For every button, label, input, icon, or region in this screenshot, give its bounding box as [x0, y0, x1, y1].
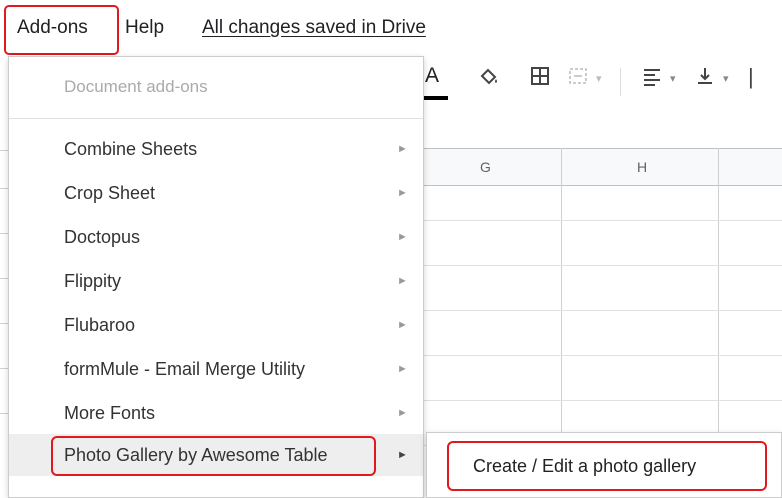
vertical-align-icon[interactable]	[695, 66, 715, 92]
row-line	[400, 310, 782, 311]
row-line	[0, 368, 8, 369]
submenu-arrow-icon: ►	[397, 363, 408, 375]
save-status-link[interactable]: All changes saved in Drive	[202, 17, 426, 39]
menu-item-more-fonts[interactable]: More Fonts ►	[9, 392, 423, 434]
align-dropdown-icon[interactable]: ▾	[670, 72, 676, 85]
row-line	[400, 220, 782, 221]
create-edit-gallery-item[interactable]: Create / Edit a photo gallery	[447, 441, 767, 491]
submenu-item-label: Create / Edit a photo gallery	[473, 456, 697, 476]
menu-item-crop-sheet[interactable]: Crop Sheet ►	[9, 172, 423, 214]
row-line	[0, 323, 8, 324]
menu-separator	[9, 118, 423, 119]
menubar: Add-ons Help All changes saved in Drive	[0, 0, 782, 56]
borders-icon[interactable]	[530, 66, 550, 92]
column-header-h[interactable]: H	[637, 159, 647, 175]
row-line	[0, 188, 8, 189]
row-line	[400, 400, 782, 401]
menu-item-label: Flubaroo	[64, 315, 136, 335]
text-color-button[interactable]: A	[425, 64, 439, 88]
menu-item-combine-sheets[interactable]: Combine Sheets ►	[9, 128, 423, 170]
column-header-g[interactable]: G	[480, 159, 491, 175]
help-menu[interactable]: Help	[125, 17, 164, 39]
paint-bucket-icon[interactable]	[478, 66, 500, 94]
menu-item-label: formMule - Email Merge Utility	[64, 359, 306, 379]
menu-item-label: Flippity	[64, 271, 122, 291]
photo-gallery-submenu: Create / Edit a photo gallery	[426, 432, 782, 498]
submenu-arrow-icon: ►	[397, 275, 408, 287]
submenu-arrow-icon: ►	[397, 187, 408, 199]
toolbar-divider	[620, 68, 621, 96]
menu-item-label: Crop Sheet	[64, 183, 156, 203]
menu-item-label: Combine Sheets	[64, 139, 198, 159]
submenu-arrow-icon: ►	[397, 231, 408, 243]
horizontal-align-icon[interactable]	[642, 66, 662, 92]
menu-item-label: More Fonts	[64, 403, 156, 423]
menu-item-formmule[interactable]: formMule - Email Merge Utility ►	[9, 348, 423, 390]
menu-item-photo-gallery[interactable]: Photo Gallery by Awesome Table ►	[9, 434, 423, 476]
row-line	[0, 233, 8, 234]
more-tools-icon[interactable]: |	[748, 64, 754, 90]
document-addons-heading: Document add-ons	[64, 77, 208, 96]
merge-dropdown-icon[interactable]: ▾	[596, 72, 602, 85]
menu-item-flippity[interactable]: Flippity ►	[9, 260, 423, 302]
merge-cells-icon[interactable]	[568, 66, 588, 92]
menu-item-label: Doctopus	[64, 227, 141, 247]
row-line	[0, 150, 8, 151]
toolbar: A ▾ ▾ ▾ |	[420, 56, 782, 112]
text-color-swatch	[424, 96, 448, 100]
submenu-arrow-icon: ►	[397, 319, 408, 331]
row-line	[0, 413, 8, 414]
valign-dropdown-icon[interactable]: ▾	[723, 72, 729, 85]
submenu-arrow-icon: ►	[397, 449, 408, 461]
submenu-arrow-icon: ►	[397, 143, 408, 155]
row-line	[400, 355, 782, 356]
menu-item-doctopus[interactable]: Doctopus ►	[9, 216, 423, 258]
row-line	[0, 278, 8, 279]
column-header-row: G H	[400, 148, 782, 186]
addons-menu[interactable]: Add-ons	[17, 17, 88, 39]
menu-item-label: Photo Gallery by Awesome Table	[64, 445, 328, 465]
addons-dropdown-menu: Document add-ons Combine Sheets ► Crop S…	[8, 56, 424, 498]
submenu-arrow-icon: ►	[397, 407, 408, 419]
row-line	[400, 265, 782, 266]
menu-item-flubaroo[interactable]: Flubaroo ►	[9, 304, 423, 346]
